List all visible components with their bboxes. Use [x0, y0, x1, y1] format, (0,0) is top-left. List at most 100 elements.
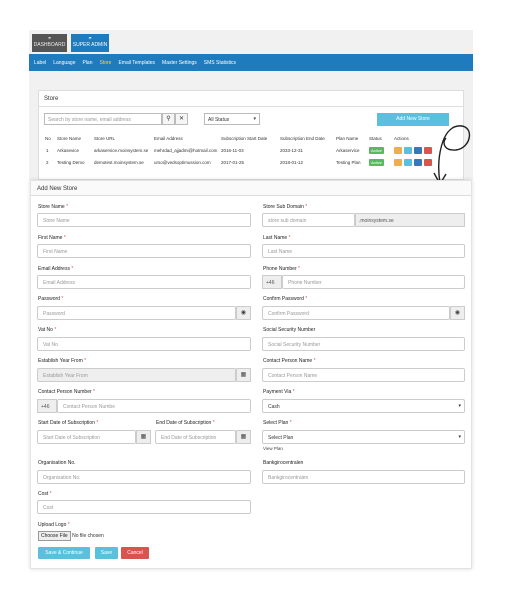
- calendar-icon[interactable]: ▦: [136, 430, 151, 444]
- nav-plan[interactable]: Plan: [82, 60, 92, 66]
- nav-email-templates[interactable]: Email Templates: [118, 60, 155, 66]
- cost-input[interactable]: Cost: [37, 500, 251, 514]
- row1-plan: Arkaservice: [336, 148, 360, 153]
- contact-person-number-label: Contact Person Number *: [38, 389, 95, 395]
- nav-master-settings[interactable]: Master Settings: [162, 60, 197, 66]
- view-icon[interactable]: [394, 159, 402, 166]
- ssn-input[interactable]: Social Security Number: [262, 337, 465, 351]
- row2-no: 2: [46, 160, 49, 165]
- vat-label: Vat No *: [38, 327, 57, 333]
- organisation-input[interactable]: Organisation No.: [37, 470, 251, 484]
- payment-via-value: Cash: [268, 404, 280, 410]
- contact-person-name-label: Contact Person Name *: [263, 358, 316, 364]
- header-plan: Plan Name: [336, 136, 359, 141]
- edit-icon[interactable]: [404, 159, 412, 166]
- email-input[interactable]: Email Address: [37, 275, 251, 289]
- chevron-down-icon: ▾: [458, 434, 461, 440]
- nav-store[interactable]: Store: [100, 60, 112, 66]
- contact-person-name-input[interactable]: Contact Person Name: [262, 368, 465, 382]
- row1-email: mehrdad_ajjadmi@hotmail.com: [154, 148, 218, 153]
- start-date-input[interactable]: Start Date of Subscription: [37, 430, 136, 444]
- status-badge: Active: [369, 147, 384, 154]
- view-plan-link[interactable]: View Plan: [263, 446, 283, 451]
- search-icon[interactable]: ⚲: [162, 113, 175, 125]
- upload-logo-label: Upload Logo *: [38, 522, 70, 528]
- nav-language[interactable]: Language: [53, 60, 75, 66]
- view-icon[interactable]: [394, 147, 402, 154]
- last-name-input[interactable]: Last Name: [262, 244, 465, 258]
- last-name-label: Last Name *: [263, 235, 291, 241]
- select-plan-select[interactable]: Select Plan ▾: [262, 430, 465, 444]
- cost-label: Cost *: [38, 491, 52, 497]
- end-date-label: End Date of Subscription *: [156, 420, 215, 426]
- annotation-arrow: [433, 125, 471, 186]
- row2-email: urso@vedsoptimussion.com: [154, 160, 211, 165]
- nav-label[interactable]: Label: [34, 60, 46, 66]
- sub-domain-suffix: .moinsystem.se: [355, 213, 465, 227]
- store-search-input[interactable]: Search by store name, email address: [44, 113, 162, 125]
- header-actions: Actions: [394, 136, 409, 141]
- bankgiro-label: Bankgirocentralen: [263, 460, 304, 466]
- confirm-password-label: Confirm Password *: [263, 296, 308, 302]
- row1-url: arkaservice.moinsystem.se: [94, 148, 149, 153]
- first-name-input[interactable]: First Name: [37, 244, 251, 258]
- clear-icon[interactable]: ✕: [175, 113, 188, 125]
- row1-name: Arkasevice: [57, 148, 80, 153]
- row2-name: Testing Demo: [57, 160, 85, 165]
- confirm-password-input[interactable]: Confirm Password: [262, 306, 450, 320]
- store-name-label: Store Name *: [38, 204, 69, 210]
- store-panel: Store Search by store name, email addres…: [38, 90, 464, 180]
- header-store-name: Store Name: [57, 136, 82, 141]
- cancel-button[interactable]: Cancel: [121, 547, 149, 559]
- store-name-input[interactable]: Store Name: [37, 213, 251, 227]
- choose-file-button[interactable]: Choose File: [38, 531, 71, 541]
- phone-input[interactable]: Phone Number: [282, 275, 465, 289]
- row2-plan: Testing Plan: [336, 160, 361, 165]
- email-label: Email Address *: [38, 266, 74, 272]
- status-badge: Active: [369, 159, 384, 166]
- bankgiro-input[interactable]: Bankgirocentralen: [262, 470, 465, 484]
- vat-input[interactable]: Vat No: [37, 337, 251, 351]
- sub-domain-label: Store Sub Domain *: [263, 204, 308, 210]
- header-start: Subscription Start Date: [221, 136, 268, 141]
- save-button[interactable]: Save: [95, 547, 118, 559]
- row1-no: 1: [46, 148, 49, 153]
- calendar-icon[interactable]: ▦: [236, 368, 251, 382]
- status-select[interactable]: All Status: [204, 113, 260, 125]
- store-panel-title: Store: [39, 91, 463, 107]
- password-label: Password *: [38, 296, 64, 302]
- header-status: Status: [369, 136, 382, 141]
- nav-sms-statistics[interactable]: SMS Statistics: [204, 60, 236, 66]
- row2-start: 2017-01-25: [221, 160, 245, 165]
- dashboard-button[interactable]: ◓ DASHBOARD: [32, 34, 67, 52]
- ssn-label: Social Security Number: [263, 327, 316, 333]
- upload-logo-input[interactable]: Choose File No file chosen: [38, 531, 104, 541]
- contact-person-number-input[interactable]: Contact Person Numbe: [57, 399, 251, 413]
- first-name-label: First Name *: [38, 235, 66, 241]
- end-date-input[interactable]: End Date of Subscription: [155, 430, 236, 444]
- establish-year-label: Establish Year From *: [38, 358, 87, 364]
- organisation-label: Organisation No.: [38, 460, 76, 466]
- calendar-icon[interactable]: ▦: [236, 430, 251, 444]
- sub-domain-input[interactable]: store sub domain: [262, 213, 355, 227]
- password-input[interactable]: Password: [37, 306, 236, 320]
- eye-icon[interactable]: ◉: [236, 306, 251, 320]
- start-date-label: Start Date of Subscription *: [38, 420, 99, 426]
- row1-start: 2016-11-03: [221, 148, 244, 153]
- select-plan-value: Select Plan: [268, 435, 294, 441]
- main-nav: Label Language Plan Store Email Template…: [29, 54, 473, 71]
- header-end: Subscription End Date: [280, 136, 325, 141]
- super-admin-button[interactable]: ◓ SUPER ADMIN: [71, 34, 109, 52]
- payment-via-select[interactable]: Cash ▾: [262, 399, 465, 413]
- phone-label: Phone Number *: [263, 266, 300, 272]
- header-no: No: [45, 136, 51, 141]
- eye-icon[interactable]: ◉: [450, 306, 465, 320]
- header-email: Email Address: [154, 136, 183, 141]
- select-plan-label: Select Plan *: [263, 420, 292, 426]
- edit-icon[interactable]: [404, 147, 412, 154]
- row2-url: demotest.moinsystem.se: [94, 160, 144, 165]
- save-continue-button[interactable]: Save & Continue: [38, 547, 90, 559]
- no-file-label: No file chosen: [72, 533, 104, 539]
- contact-number-prefix: +46: [37, 399, 57, 413]
- establish-year-input[interactable]: Establish Year From: [37, 368, 236, 382]
